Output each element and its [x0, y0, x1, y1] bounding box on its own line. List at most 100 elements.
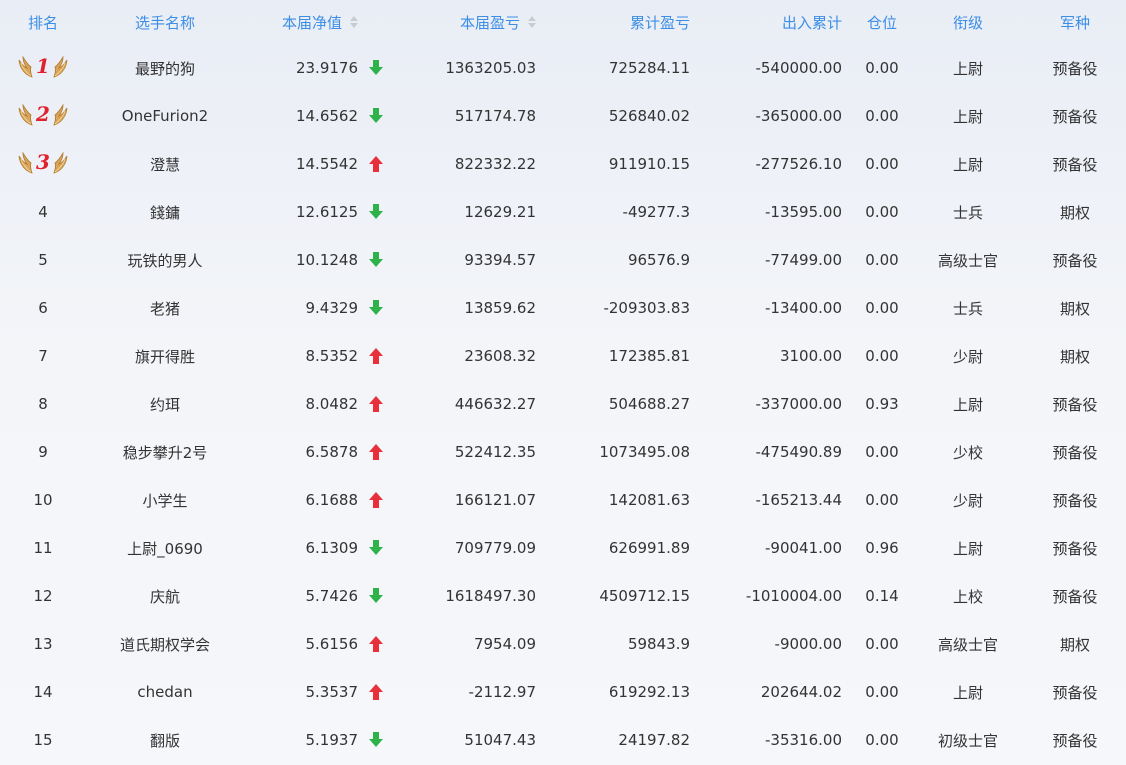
military-rank: 高级士官	[937, 635, 998, 654]
player-name[interactable]: 旗开得胜	[86, 332, 244, 380]
rank-number: 7	[38, 347, 48, 365]
header-nav-sortable[interactable]: 本届净值	[244, 0, 358, 44]
player-name[interactable]: 上尉_0690	[86, 524, 244, 572]
cumulative-pnl: 619292.13	[608, 683, 690, 701]
position-ratio: 0.00	[865, 155, 899, 173]
period-pnl: 522412.35	[454, 443, 536, 461]
rank-number: 9	[38, 443, 48, 461]
laurel-right-icon	[52, 55, 68, 78]
table-row: 11 上尉_0690 6.1309 709779.09 626991.89 -90041.…	[0, 524, 1126, 572]
period-pnl: 517174.78	[454, 107, 536, 125]
player-name[interactable]: 小学生	[86, 476, 244, 524]
trend-indicator	[364, 668, 388, 716]
leaderboard-table: 排名 选手名称 本届净值 本届盈亏 累计盈亏 出入累计 仓位 衔级 军种 1 最野…	[0, 0, 1126, 765]
player-name[interactable]: 老猪	[86, 284, 244, 332]
cumulative-pnl: 1073495.08	[599, 443, 690, 461]
military-rank: 士兵	[952, 299, 983, 318]
military-rank: 上尉	[952, 395, 983, 414]
cumulative-pnl: 504688.27	[608, 395, 690, 413]
cumulative-pnl: -49277.3	[622, 203, 690, 221]
arrow-down-icon	[369, 588, 383, 604]
header-pnl-label: 本届盈亏	[459, 13, 520, 32]
player-name[interactable]: 澄慧	[86, 140, 244, 188]
cash-flow: -277526.10	[755, 155, 842, 173]
military-rank: 少尉	[952, 491, 983, 510]
table-row: 13 道氏期权学会 5.6156 7954.09 59843.9 -9000.00 0.00…	[0, 620, 1126, 668]
net-value: 6.1309	[305, 539, 359, 557]
cash-flow: -540000.00	[755, 59, 842, 77]
table-header: 排名 选手名称 本届净值 本届盈亏 累计盈亏 出入累计 仓位 衔级 军种	[0, 0, 1126, 44]
position-ratio: 0.00	[865, 59, 899, 77]
arrow-down-icon	[369, 252, 383, 268]
player-name[interactable]: 稳步攀升2号	[86, 428, 244, 476]
header-pnl-sortable[interactable]: 本届盈亏	[388, 0, 536, 44]
military-rank: 上校	[952, 587, 983, 606]
cash-flow: -337000.00	[755, 395, 842, 413]
sort-icon[interactable]	[350, 16, 358, 28]
cumulative-pnl: 96576.9	[627, 251, 690, 269]
trend-indicator	[364, 284, 388, 332]
military-rank: 上尉	[952, 155, 983, 174]
trend-indicator	[364, 44, 388, 92]
laurel-medal-icon: 1	[16, 53, 70, 83]
header-nav-label: 本届净值	[281, 13, 342, 32]
arrow-up-icon	[369, 396, 383, 412]
table-row: 7 旗开得胜 8.5352 23608.32 172385.81 3100.00 0.00 少…	[0, 332, 1126, 380]
header-player-name: 选手名称	[134, 13, 195, 32]
period-pnl: 23608.32	[464, 347, 536, 365]
net-value: 6.5878	[305, 443, 359, 461]
cash-flow: -365000.00	[755, 107, 842, 125]
position-ratio: 0.00	[865, 731, 899, 749]
cumulative-pnl: 172385.81	[608, 347, 690, 365]
cash-flow: 202644.02	[760, 683, 842, 701]
player-name[interactable]: 錢鏞	[86, 188, 244, 236]
trend-indicator	[364, 524, 388, 572]
branch: 预备役	[1052, 443, 1098, 462]
player-name[interactable]: chedan	[86, 668, 244, 716]
arrow-up-icon	[369, 156, 383, 172]
table-row: 3 澄慧 14.5542 822332.22 911910.15 -277526.10 0.…	[0, 140, 1126, 188]
laurel-right-icon	[52, 151, 68, 174]
branch: 预备役	[1052, 155, 1098, 174]
net-value: 10.1248	[295, 251, 358, 269]
military-rank: 士兵	[952, 203, 983, 222]
header-rank: 排名	[27, 13, 58, 32]
net-value: 5.7426	[305, 587, 359, 605]
period-pnl: 7954.09	[473, 635, 536, 653]
net-value: 5.3537	[305, 683, 359, 701]
cumulative-pnl: 526840.02	[608, 107, 690, 125]
player-name[interactable]: 玩铁的男人	[86, 236, 244, 284]
player-name[interactable]: 庆航	[86, 572, 244, 620]
branch: 期权	[1059, 299, 1090, 318]
cash-flow: -165213.44	[755, 491, 842, 509]
position-ratio: 0.00	[865, 107, 899, 125]
player-name[interactable]: 翻版	[86, 716, 244, 764]
player-name[interactable]: 最野的狗	[86, 44, 244, 92]
arrow-down-icon	[369, 540, 383, 556]
period-pnl: 709779.09	[454, 539, 536, 557]
rank-number: 10	[33, 491, 53, 509]
table-row: 2 OneFurion2 14.6562 517174.78 526840.02 -365…	[0, 92, 1126, 140]
sort-icon[interactable]	[528, 16, 536, 28]
period-pnl: 12629.21	[464, 203, 536, 221]
arrow-up-icon	[369, 492, 383, 508]
player-name[interactable]: OneFurion2	[86, 92, 244, 140]
period-pnl: 13859.62	[464, 299, 536, 317]
arrow-up-icon	[369, 444, 383, 460]
trend-indicator	[364, 188, 388, 236]
rank-number: 13	[33, 635, 53, 653]
player-name[interactable]: 约珥	[86, 380, 244, 428]
branch: 预备役	[1052, 539, 1098, 558]
table-row: 4 錢鏞 12.6125 12629.21 -49277.3 -13595.00 0.00 士…	[0, 188, 1126, 236]
net-value: 8.5352	[305, 347, 359, 365]
player-name[interactable]: 道氏期权学会	[86, 620, 244, 668]
table-body: 1 最野的狗 23.9176 1363205.03 725284.11 -540000.0…	[0, 44, 1126, 764]
cumulative-pnl: 725284.11	[608, 59, 690, 77]
table-row: 6 老猪 9.4329 13859.62 -209303.83 -13400.00 0.00…	[0, 284, 1126, 332]
rank-medal: 2	[0, 92, 86, 140]
branch: 期权	[1059, 203, 1090, 222]
cumulative-pnl: 4509712.15	[599, 587, 690, 605]
branch: 期权	[1059, 635, 1090, 654]
table-row: 1 最野的狗 23.9176 1363205.03 725284.11 -540000.0…	[0, 44, 1126, 92]
branch: 预备役	[1052, 107, 1098, 126]
